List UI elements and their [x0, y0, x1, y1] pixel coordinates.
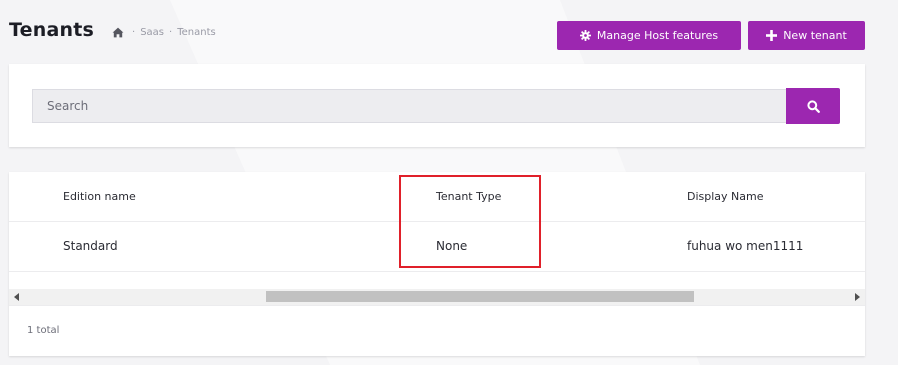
tenants-table: Edition name Tenant Type Display Name St…	[9, 172, 865, 356]
highlight-annotation-box	[399, 175, 541, 268]
home-icon[interactable]	[112, 27, 127, 38]
breadcrumb-separator: ·	[169, 27, 173, 38]
search-card	[9, 64, 865, 147]
table-footer: 1 total	[9, 305, 865, 357]
search-icon	[806, 99, 820, 113]
breadcrumb-separator: ·	[132, 27, 136, 38]
scrollbar-thumb[interactable]	[266, 291, 694, 302]
total-count: 1 total	[27, 325, 60, 336]
breadcrumb: · Saas · Tenants	[112, 27, 216, 38]
new-tenant-button[interactable]: New tenant	[748, 21, 865, 50]
manage-host-features-label: Manage Host features	[596, 29, 719, 42]
horizontal-scrollbar[interactable]	[9, 289, 865, 305]
scroll-right-arrow-icon[interactable]	[849, 289, 865, 305]
manage-host-features-button[interactable]: Manage Host features	[557, 21, 741, 50]
column-header-edition-name[interactable]: Edition name	[63, 172, 136, 221]
gear-icon	[579, 30, 591, 41]
cell-edition-name: Standard	[63, 239, 118, 253]
scroll-left-arrow-icon[interactable]	[9, 289, 25, 305]
plus-icon	[766, 30, 778, 41]
search-button[interactable]	[786, 88, 840, 124]
breadcrumb-item-tenants: Tenants	[177, 27, 216, 38]
search-input[interactable]	[32, 89, 786, 123]
breadcrumb-item-saas[interactable]: Saas	[140, 27, 164, 38]
new-tenant-label: New tenant	[783, 29, 847, 42]
page-header: Tenants · Saas · Tenants Manage Host fea…	[0, 0, 898, 60]
page-title: Tenants	[9, 19, 94, 41]
column-header-display-name[interactable]: Display Name	[687, 172, 764, 221]
cell-display-name: fuhua wo men1111	[687, 239, 804, 253]
